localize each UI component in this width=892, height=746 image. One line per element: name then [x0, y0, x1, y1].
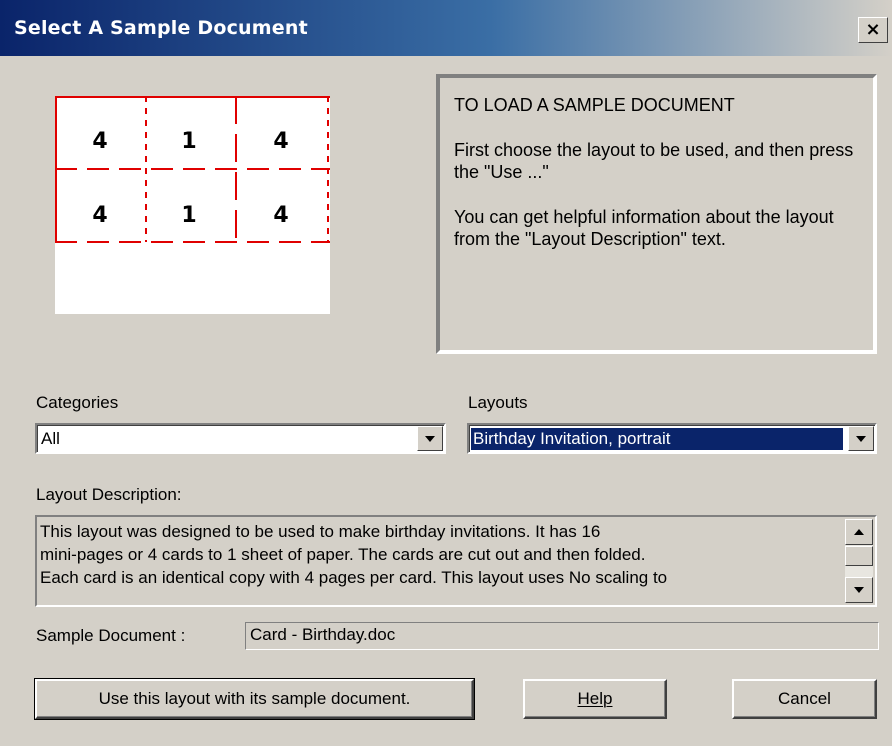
categories-selected-value: All — [41, 429, 60, 448]
categories-dropdown[interactable]: All — [35, 423, 446, 454]
close-button[interactable]: × — [858, 17, 888, 43]
scroll-up-icon[interactable] — [845, 519, 873, 545]
instructions-panel: TO LOAD A SAMPLE DOCUMENT First choose t… — [436, 74, 877, 354]
instructions-text-1: First choose the layout to be used, and … — [454, 140, 854, 182]
chevron-down-icon[interactable] — [417, 426, 443, 451]
categories-label: Categories — [36, 393, 119, 412]
preview-cell-2: 1 — [181, 129, 196, 154]
instructions-heading: TO LOAD A SAMPLE DOCUMENT — [454, 95, 735, 115]
description-line: This layout was designed to be used to m… — [40, 522, 601, 541]
layout-description-label: Layout Description: — [36, 485, 182, 504]
layouts-selected-value: Birthday Invitation, portrait — [471, 428, 843, 450]
sample-document-label: Sample Document : — [36, 626, 186, 645]
cancel-button-label: Cancel — [778, 689, 831, 708]
use-layout-button[interactable]: Use this layout with its sample document… — [34, 678, 475, 720]
layouts-dropdown[interactable]: Birthday Invitation, portrait — [467, 423, 877, 454]
sample-document-field: Card - Birthday.doc — [245, 622, 879, 650]
preview-cell-4: 4 — [92, 203, 107, 228]
scroll-down-icon[interactable] — [845, 577, 873, 603]
layouts-label: Layouts — [468, 393, 528, 412]
help-button[interactable]: Help — [523, 679, 667, 719]
help-button-label: Help — [578, 689, 613, 709]
preview-cell-6: 4 — [273, 203, 288, 228]
description-line: mini-pages or 4 cards to 1 sheet of pape… — [40, 545, 646, 564]
scroll-thumb[interactable] — [845, 546, 873, 566]
preview-cell-3: 4 — [273, 129, 288, 154]
title-bar: Select A Sample Document × — [0, 0, 892, 56]
layout-description-textbox[interactable]: This layout was designed to be used to m… — [35, 515, 877, 607]
cancel-button[interactable]: Cancel — [732, 679, 877, 719]
layout-description-text: This layout was designed to be used to m… — [40, 520, 841, 589]
description-scrollbar[interactable] — [845, 519, 873, 603]
layout-preview: 4 1 4 4 1 4 — [55, 96, 330, 314]
preview-cell-1: 4 — [92, 129, 107, 154]
instructions-text-2: You can get helpful information about th… — [454, 207, 834, 249]
description-line: Each card is an identical copy with 4 pa… — [40, 568, 668, 587]
preview-cell-5: 1 — [181, 203, 196, 228]
window-title: Select A Sample Document — [14, 17, 308, 39]
use-layout-button-label: Use this layout with its sample document… — [98, 689, 411, 708]
help-button-text: Help — [577, 689, 613, 708]
close-icon: × — [865, 19, 881, 40]
layout-preview-graphic: 4 1 4 4 1 4 — [55, 96, 330, 243]
chevron-down-icon[interactable] — [848, 426, 874, 451]
